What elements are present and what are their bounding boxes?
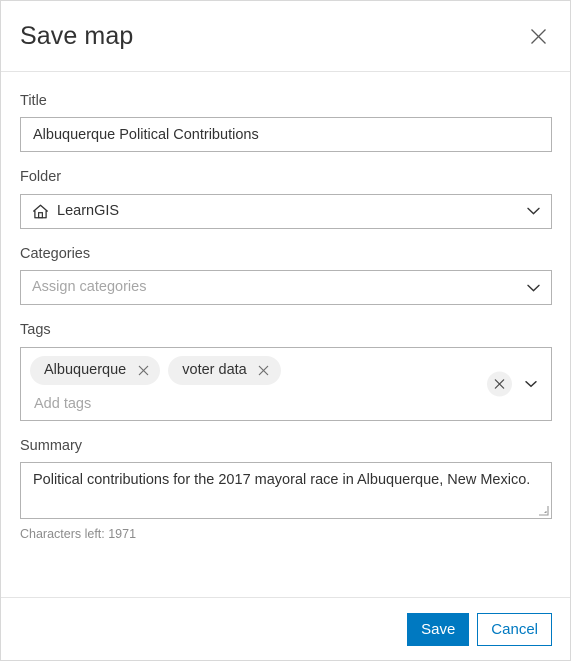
chevron-down-icon[interactable] bbox=[527, 207, 540, 215]
close-icon[interactable] bbox=[256, 362, 272, 378]
title-input[interactable]: Albuquerque Political Contributions bbox=[20, 117, 552, 153]
title-field-group: Title Albuquerque Political Contribution… bbox=[20, 93, 552, 153]
cancel-button[interactable]: Cancel bbox=[477, 612, 552, 646]
close-icon[interactable] bbox=[523, 21, 553, 51]
page-title: Save map bbox=[20, 21, 134, 50]
title-input-value: Albuquerque Political Contributions bbox=[33, 126, 259, 143]
tags-label: Tags bbox=[20, 322, 51, 339]
tag-chip-list: Albuquerque voter data bbox=[30, 355, 481, 385]
tags-actions bbox=[487, 371, 541, 397]
chevron-down-icon[interactable] bbox=[527, 284, 540, 292]
dialog-header: Save map bbox=[1, 1, 570, 72]
summary-field-group: Summary Political contributions for the … bbox=[20, 438, 552, 542]
characters-left-text: Characters left: 1971 bbox=[20, 526, 137, 541]
folder-select-value: LearnGIS bbox=[57, 203, 120, 220]
summary-label: Summary bbox=[20, 437, 83, 454]
dialog-footer: Save Cancel bbox=[1, 597, 570, 660]
tags-input-container[interactable]: Albuquerque voter data Add tags bbox=[20, 346, 552, 421]
save-button[interactable]: Save bbox=[407, 612, 470, 646]
resize-handle-icon[interactable] bbox=[537, 504, 549, 516]
title-label: Title bbox=[20, 93, 47, 109]
clear-tags-button[interactable] bbox=[487, 371, 512, 397]
categories-field-group: Categories Assign categories bbox=[20, 245, 552, 306]
categories-select[interactable]: Assign categories bbox=[20, 270, 552, 306]
chevron-down-icon[interactable] bbox=[521, 374, 541, 394]
dialog-body: Title Albuquerque Political Contribution… bbox=[1, 72, 570, 597]
tag-chip-label: Albuquerque bbox=[44, 361, 127, 378]
close-icon[interactable] bbox=[135, 362, 151, 378]
tag-chip[interactable]: Albuquerque bbox=[30, 355, 161, 385]
tags-input-placeholder: Add tags bbox=[34, 395, 92, 412]
save-map-dialog: Save map Title Albuquerque Political Con… bbox=[0, 0, 571, 661]
folder-label: Folder bbox=[20, 169, 62, 186]
tag-chip-label: voter data bbox=[182, 361, 247, 378]
categories-label: Categories bbox=[20, 245, 91, 262]
tags-field-group: Tags Albuquerque voter data Add tags bbox=[20, 322, 552, 421]
categories-placeholder: Assign categories bbox=[32, 279, 147, 296]
folder-select[interactable]: LearnGIS bbox=[20, 193, 552, 229]
tag-chip[interactable]: voter data bbox=[168, 355, 281, 385]
tags-input[interactable]: Add tags bbox=[30, 387, 481, 412]
folder-field-group: Folder LearnGIS bbox=[20, 169, 552, 229]
summary-textarea[interactable]: Political contributions for the 2017 may… bbox=[20, 461, 552, 519]
home-icon bbox=[32, 203, 49, 220]
summary-textarea-value: Political contributions for the 2017 may… bbox=[33, 471, 531, 488]
